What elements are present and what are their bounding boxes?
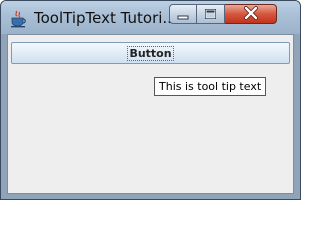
maximize-button[interactable]	[197, 4, 225, 24]
close-button[interactable]	[225, 4, 277, 24]
window-title: ToolTipText Tutori...	[34, 9, 177, 27]
application-window: ToolTipText Tutori... Button This is too…	[0, 0, 301, 200]
minimize-icon	[177, 5, 189, 24]
tooltip: This is tool tip text	[154, 77, 267, 96]
main-button[interactable]: Button	[11, 42, 290, 64]
main-button-label: Button	[127, 45, 174, 61]
java-coffee-cup-icon[interactable]	[9, 10, 27, 28]
minimize-button[interactable]	[169, 4, 197, 24]
content-panel: Button This is tool tip text	[7, 34, 294, 194]
close-icon	[243, 5, 259, 24]
title-bar[interactable]: ToolTipText Tutori...	[1, 1, 300, 34]
maximize-icon	[204, 5, 217, 24]
